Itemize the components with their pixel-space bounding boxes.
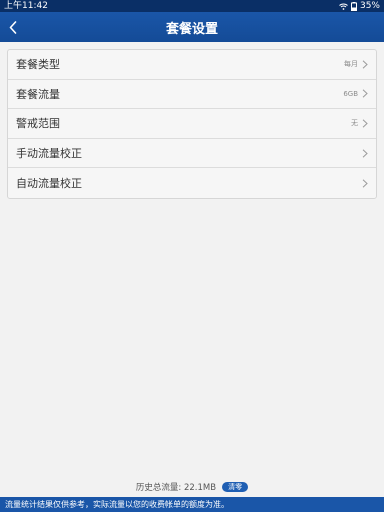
battery-icon (350, 1, 357, 11)
status-bar: 上午11:42 35% (0, 0, 384, 12)
page-title: 套餐设置 (165, 21, 218, 37)
disclaimer-bar: 流量统计结果仅供参考，实际流量以您的收费帐单的额度为准。 (0, 497, 384, 512)
settings-item-alert-range[interactable]: 警戒范围 无 (8, 109, 376, 139)
back-button[interactable] (2, 15, 24, 39)
chevron-left-icon (9, 20, 17, 34)
status-indicators: 35% (339, 0, 380, 12)
settings-item-value: 无 (351, 119, 358, 128)
chevron-right-icon (362, 119, 368, 128)
history-total: 历史总流量: 22.1MB 清零 (0, 480, 384, 494)
settings-item-right: 6GB (343, 89, 368, 98)
chevron-right-icon (362, 179, 368, 188)
history-total-text: 历史总流量: 22.1MB (135, 483, 217, 493)
settings-item-package-data[interactable]: 套餐流量 6GB (8, 80, 376, 110)
settings-list: 套餐类型 每月 套餐流量 6GB 警戒范围 无 手动流量校正 自动流量校正 (7, 49, 377, 199)
settings-item-label: 套餐流量 (16, 87, 60, 101)
settings-item-value: 每月 (344, 60, 358, 69)
settings-item-right (358, 149, 368, 158)
wifi-icon (339, 3, 348, 10)
settings-item-right: 无 (351, 118, 368, 128)
settings-item-manual-calibration[interactable]: 手动流量校正 (8, 139, 376, 169)
battery-level: 35% (359, 1, 380, 11)
settings-item-label: 警戒范围 (16, 117, 60, 131)
settings-item-package-type[interactable]: 套餐类型 每月 (8, 50, 376, 80)
clear-button[interactable]: 清零 (222, 482, 249, 492)
settings-item-value: 6GB (343, 89, 358, 98)
settings-item-right: 每月 (344, 59, 368, 69)
chevron-right-icon (362, 89, 368, 98)
settings-item-label: 套餐类型 (16, 58, 60, 72)
settings-item-label: 自动流量校正 (16, 177, 82, 191)
title-bar: 套餐设置 (0, 12, 384, 42)
status-time: 上午11:42 (4, 1, 48, 11)
chevron-right-icon (362, 149, 368, 158)
disclaimer-text: 流量统计结果仅供参考，实际流量以您的收费帐单的额度为准。 (5, 500, 229, 509)
chevron-right-icon (362, 60, 368, 69)
settings-item-right (358, 179, 368, 188)
settings-item-label: 手动流量校正 (16, 147, 82, 161)
settings-item-auto-calibration[interactable]: 自动流量校正 (8, 168, 376, 198)
